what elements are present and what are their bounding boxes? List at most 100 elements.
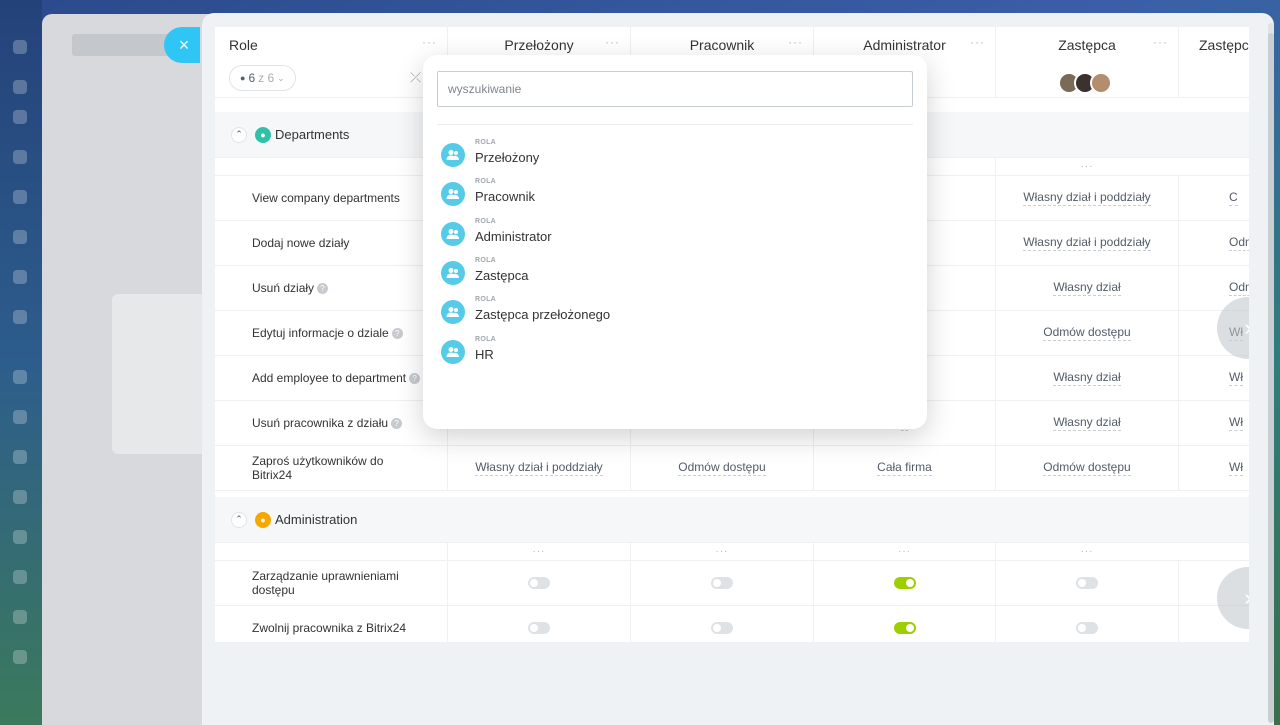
- group-icon: ●: [255, 126, 271, 143]
- divider: [437, 124, 913, 125]
- permission-toggle[interactable]: [711, 577, 733, 589]
- permission-toggle[interactable]: [893, 622, 916, 634]
- role-icon: [441, 339, 465, 364]
- permission-toggle[interactable]: [1076, 577, 1098, 589]
- permission-cell[interactable]: Odm: [1178, 221, 1249, 265]
- section-administration[interactable]: ⌃ ● Administration: [215, 497, 1249, 543]
- chevron-up-icon[interactable]: ⌃: [231, 511, 247, 528]
- permission-cell[interactable]: Cała firma: [813, 446, 995, 490]
- permission-cell[interactable]: Własny dział i poddziały: [995, 176, 1178, 220]
- role-option[interactable]: ROLA HR: [441, 336, 741, 366]
- permission-cell[interactable]: Odmów dostępu: [995, 311, 1178, 355]
- permission-value[interactable]: Odm: [1229, 235, 1249, 251]
- scrollbar[interactable]: [1268, 23, 1274, 723]
- permission-cell[interactable]: Wł: [1178, 356, 1249, 400]
- section-title: Administration: [275, 512, 358, 527]
- role-icon: [441, 260, 465, 285]
- permission-value[interactable]: Odm: [1229, 280, 1249, 296]
- permission-cell[interactable]: C: [1178, 176, 1249, 220]
- permission-label: Zwolnij pracownika z Bitrix24: [252, 621, 407, 635]
- permission-toggle[interactable]: [893, 577, 916, 589]
- role-name: HR: [475, 346, 494, 362]
- permission-value[interactable]: Wł: [1229, 370, 1243, 386]
- column-title: Administrator: [863, 37, 946, 53]
- permission-value[interactable]: C: [1229, 190, 1238, 206]
- permission-cell[interactable]: Własny dział i poddziały: [447, 446, 630, 490]
- chevron-up-icon[interactable]: ⌃: [231, 126, 247, 143]
- permission-value[interactable]: Cała firma: [877, 460, 932, 476]
- permission-value[interactable]: Własny dział i poddziały: [475, 460, 603, 476]
- permission-value[interactable]: Odmów dostępu: [1043, 325, 1131, 341]
- role-icon: [441, 143, 465, 167]
- table-row: Zwolnij pracownika z Bitrix24: [215, 606, 1249, 642]
- section-dots-row: ··· ··· ··· ···: [215, 543, 1249, 561]
- role-caption: ROLA: [475, 178, 497, 186]
- permission-value[interactable]: Własny dział: [1053, 280, 1121, 296]
- more-icon[interactable]: ···: [716, 546, 729, 557]
- permission-cell[interactable]: Własny dział i poddziały: [995, 221, 1178, 265]
- permission-label: Usuń działy?: [252, 266, 422, 310]
- permission-cell: [447, 561, 630, 605]
- permission-toggle[interactable]: [528, 577, 550, 589]
- permission-value[interactable]: Odmów dostępu: [1043, 460, 1131, 476]
- help-icon[interactable]: ?: [409, 373, 421, 385]
- role-option[interactable]: ROLA Zastępca przełożonego: [441, 296, 741, 326]
- role-option[interactable]: ROLA Administrator: [441, 218, 741, 248]
- permission-label: Add employee to department?: [252, 356, 422, 400]
- role-caption: ROLA: [475, 256, 497, 264]
- permission-value[interactable]: Własny dział: [1053, 370, 1121, 386]
- permission-cell: [995, 606, 1178, 642]
- more-icon[interactable]: ···: [533, 546, 546, 557]
- permission-label: Zaproś użytkowników do Bitrix24: [252, 454, 384, 482]
- column-title: Zastępca: [1058, 37, 1116, 53]
- permission-cell[interactable]: Własny dział: [995, 401, 1178, 445]
- permission-cell[interactable]: Własny dział: [995, 266, 1178, 310]
- chevron-right-icon: ›: [1244, 315, 1249, 341]
- permission-cell[interactable]: Odmów dostępu: [995, 446, 1178, 490]
- permission-label: Edytuj informacje o dziale?: [252, 311, 422, 355]
- permission-value[interactable]: Odmów dostępu: [678, 460, 766, 476]
- role-count-selector[interactable]: ● 6 z 6 ⌄: [229, 65, 296, 91]
- permission-cell[interactable]: Wł: [1178, 401, 1249, 445]
- role-caption: ROLA: [475, 139, 497, 146]
- more-icon[interactable]: ···: [605, 35, 620, 49]
- permission-cell[interactable]: Własny dział: [995, 356, 1178, 400]
- permission-value[interactable]: Własny dział: [1053, 415, 1121, 431]
- more-icon[interactable]: ···: [970, 35, 985, 49]
- permission-value[interactable]: Wł: [1229, 415, 1243, 431]
- permission-cell: [813, 561, 995, 605]
- role-option[interactable]: ROLA Zastępca: [441, 257, 741, 287]
- help-icon[interactable]: ?: [391, 328, 403, 340]
- column-title: Pracownik: [689, 37, 755, 53]
- more-icon[interactable]: ···: [1081, 546, 1094, 557]
- more-icon[interactable]: ···: [422, 35, 437, 49]
- permission-cell[interactable]: Wł: [1178, 446, 1249, 490]
- role-name: Zastępca: [475, 267, 529, 283]
- help-icon[interactable]: ?: [391, 418, 403, 430]
- more-icon[interactable]: ···: [788, 35, 803, 49]
- role-name: Zastępca przełożonego: [475, 307, 611, 323]
- close-icon: ×: [178, 34, 190, 55]
- help-icon[interactable]: ?: [317, 283, 329, 295]
- background-sidebar: [0, 0, 42, 725]
- permission-value[interactable]: Własny dział i poddziały: [1023, 235, 1151, 251]
- selected-count: 6: [248, 71, 256, 85]
- permission-value[interactable]: Własny dział i poddziały: [1023, 190, 1151, 206]
- search-input[interactable]: [437, 71, 913, 107]
- table-row: Zaproś użytkowników do Bitrix24 Własny dz…: [215, 446, 1249, 491]
- more-icon[interactable]: ···: [1081, 161, 1094, 172]
- role-option[interactable]: ROLA Przełożony: [441, 139, 741, 169]
- permission-toggle[interactable]: [711, 622, 733, 634]
- permission-toggle[interactable]: [1076, 622, 1098, 634]
- role-option[interactable]: ROLA Pracownik: [441, 178, 741, 208]
- permission-value[interactable]: Wł: [1229, 460, 1243, 476]
- chevron-down-icon: ⌄: [277, 72, 285, 83]
- more-icon[interactable]: ···: [1153, 35, 1168, 49]
- permission-cell[interactable]: Odmów dostępu: [630, 446, 813, 490]
- member-avatars[interactable]: [1058, 72, 1114, 98]
- permission-toggle[interactable]: [528, 622, 550, 634]
- close-slider-button[interactable]: ×: [164, 27, 200, 63]
- clear-icon[interactable]: ⤫: [410, 69, 421, 86]
- total-count: z 6: [258, 71, 275, 85]
- more-icon[interactable]: ···: [898, 546, 911, 557]
